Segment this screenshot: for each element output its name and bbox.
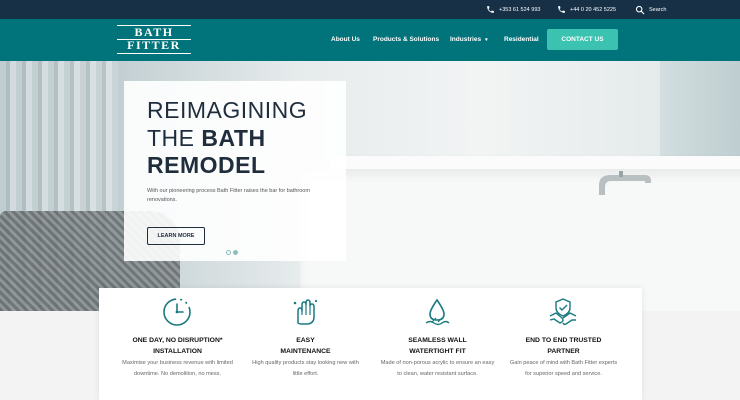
nav-residential[interactable]: Residential [504, 19, 539, 61]
phone-link-1[interactable]: +353 61 524 993 [486, 0, 540, 19]
feature-partner-title-1: END TO END TRUSTED [525, 337, 602, 344]
hero-title-line-3: REMODEL [147, 152, 266, 178]
carousel-dots [226, 250, 238, 255]
feature-maintenance-description: High quality products stay looking new w… [252, 360, 359, 377]
hero-title-line-2-light: THE [147, 124, 202, 151]
clock-icon [163, 298, 191, 326]
feature-watertight: SEAMLESS WALL WATERTIGHT FIT Made of non-… [370, 288, 505, 400]
handshake-icon [549, 298, 577, 326]
search-button[interactable]: Search [635, 0, 666, 19]
feature-maintenance-title-2: MAINTENANCE [280, 348, 331, 355]
phone-number-2: +44 0 20 452 5225 [570, 6, 617, 13]
nav-products-solutions[interactable]: Products & Solutions [373, 19, 439, 61]
feature-partner-description: Gain peace of mind with Bath Fitter expe… [509, 360, 618, 377]
feature-maintenance-title-1: EASY [296, 337, 315, 344]
feature-installation-description: Maximise your business revenue with limi… [122, 360, 233, 377]
logo-word-2: FITTER [127, 38, 181, 52]
hero-title: REIMAGINING THE BATH REMODEL [147, 97, 337, 180]
nav-about-us[interactable]: About Us [331, 19, 360, 61]
hero-description: With our pioneering process Bath Fitter … [147, 188, 310, 203]
feature-watertight-title-2: WATERTIGHT FIT [409, 348, 466, 355]
feature-installation-title: ONE DAY, NO DISRUPTION* INSTALLATION [110, 335, 245, 357]
feature-partner-title-2: PARTNER [547, 348, 580, 355]
clean-hand-icon [293, 299, 318, 325]
chevron-down-icon: ▾ [485, 37, 488, 43]
feature-installation-title-2: INSTALLATION [153, 348, 202, 355]
feature-installation: ONE DAY, NO DISRUPTION* INSTALLATION Maxi… [110, 288, 245, 400]
search-icon [635, 5, 645, 14]
feature-installation-title-1: ONE DAY, NO DISRUPTION* [132, 337, 223, 344]
phone-number-1: +353 61 524 993 [499, 6, 541, 13]
water-drop-icon [425, 298, 450, 326]
faucet-image [599, 171, 651, 195]
nav-industries-label: Industries [450, 36, 482, 43]
top-utility-bar: +353 61 524 993 +44 0 20 452 5225 Search [0, 0, 740, 19]
main-navigation: BATH FITTER About Us Products & Solution… [0, 19, 740, 61]
feature-watertight-title-1: SEAMLESS WALL [408, 337, 467, 344]
hero-banner: REIMAGINING THE BATH REMODEL With our pi… [0, 61, 740, 311]
contact-us-button[interactable]: CONTACT US [547, 29, 618, 50]
carousel-dot-1[interactable] [226, 250, 231, 255]
bath-fitter-logo[interactable]: BATH FITTER [117, 24, 191, 56]
features-panel: ONE DAY, NO DISRUPTION* INSTALLATION Maxi… [99, 288, 642, 400]
nav-industries[interactable]: Industries ▾ [450, 19, 488, 61]
feature-watertight-title: SEAMLESS WALL WATERTIGHT FIT [370, 335, 505, 357]
hero-card: REIMAGINING THE BATH REMODEL With our pi… [124, 81, 346, 261]
hero-title-line-2: THE BATH [147, 125, 337, 153]
hero-title-line-1: REIMAGINING [147, 97, 308, 123]
search-label: Search [649, 6, 667, 13]
learn-more-button[interactable]: LEARN MORE [147, 227, 205, 245]
phone-icon [487, 6, 494, 13]
hero-title-line-2-bold: BATH [201, 124, 266, 151]
feature-watertight-description: Made of non-porous acrylic to ensure an … [380, 360, 495, 377]
phone-icon [558, 6, 565, 13]
feature-maintenance-title: EASY MAINTENANCE [238, 335, 373, 357]
feature-partner: END TO END TRUSTED PARTNER Gain peace of … [496, 288, 631, 400]
feature-partner-title: END TO END TRUSTED PARTNER [496, 335, 631, 357]
logo-rule-bottom [117, 53, 191, 54]
phone-link-2[interactable]: +44 0 20 452 5225 [557, 0, 616, 19]
carousel-dot-2[interactable] [233, 250, 238, 255]
feature-maintenance: EASY MAINTENANCE High quality products st… [238, 288, 373, 400]
